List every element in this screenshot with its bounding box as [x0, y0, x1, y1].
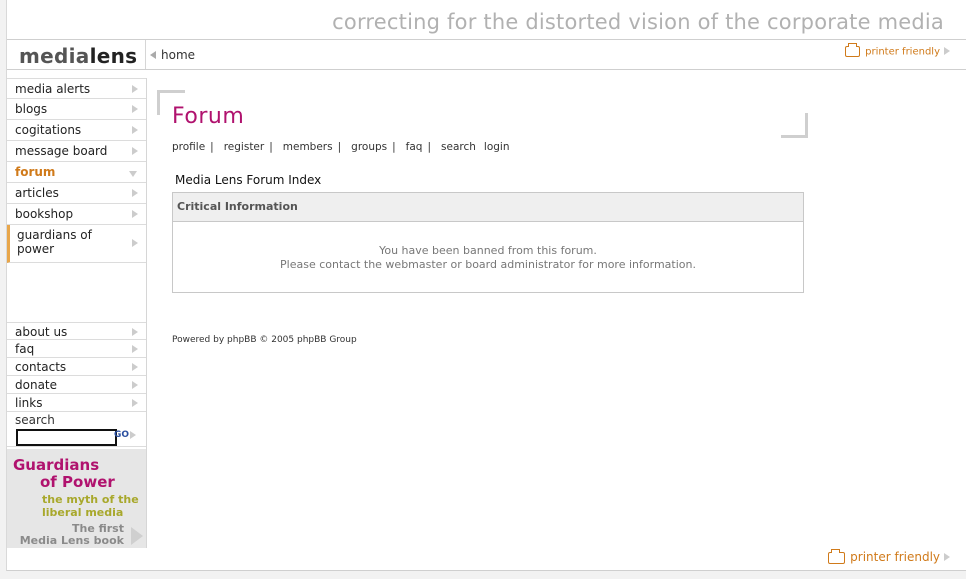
sidebar-item-label: faq: [15, 342, 35, 356]
sidebar-item-forum[interactable]: forum: [7, 162, 146, 183]
arrow-right-icon: [132, 189, 138, 197]
sidebar-item-label: media alerts: [15, 82, 91, 96]
arrow-right-icon: [132, 345, 138, 353]
link-groups[interactable]: groups: [351, 141, 387, 153]
search-input[interactable]: [16, 429, 117, 446]
arrow-right-icon: [132, 105, 138, 113]
separator: |: [269, 141, 273, 153]
link-search[interactable]: search: [441, 141, 476, 153]
arrow-right-icon: [132, 239, 138, 247]
arrow-right-icon: [132, 126, 138, 134]
link-faq[interactable]: faq: [406, 141, 423, 153]
page-frame: correcting for the distorted vision of t…: [6, 0, 966, 571]
banned-message: You have been banned from this forum.: [379, 244, 597, 257]
sidebar-item-label: links: [15, 396, 43, 410]
triangle-right-icon: [944, 46, 950, 55]
home-label: home: [161, 48, 196, 62]
sidebar-item-label: donate: [15, 378, 58, 392]
sidebar-item-message-board[interactable]: message board: [7, 141, 146, 162]
promo-title-line2: of Power: [40, 473, 115, 491]
printer-friendly-label: printer friendly: [850, 550, 940, 564]
powered-by: Powered by phpBB © 2005 phpBB Group: [172, 335, 357, 345]
page-title: Forum: [172, 104, 245, 129]
sidebar-item-label: forum: [15, 165, 56, 179]
contact-message: Please contact the webmaster or board ad…: [280, 258, 696, 271]
link-members[interactable]: members: [283, 141, 333, 153]
logo-divider: [145, 40, 146, 69]
critical-information-panel: Critical Information You have been banne…: [172, 192, 804, 293]
printer-friendly-link-top[interactable]: printer friendly: [845, 43, 950, 58]
sidebar: media alerts blogs cogitations message b…: [7, 78, 147, 548]
printer-friendly-label: printer friendly: [865, 46, 940, 58]
top-bar: medialens home printer friendly: [7, 39, 966, 70]
sidebar-item-blogs[interactable]: blogs: [7, 99, 146, 120]
sidebar-item-faq[interactable]: faq: [7, 340, 146, 358]
arrow-right-icon: [132, 147, 138, 155]
printer-friendly-link-bottom[interactable]: printer friendly: [828, 548, 950, 564]
triangle-right-icon: [944, 552, 950, 561]
promo-subtitle-line2: liberal media: [42, 506, 124, 519]
sidebar-item-guardians-of-power[interactable]: guardians of power: [7, 225, 146, 263]
separator: |: [337, 141, 342, 153]
corner-bracket-bottom-right: [781, 113, 808, 138]
sidebar-item-about-us[interactable]: about us: [7, 322, 146, 340]
sidebar-item-label: bookshop: [15, 207, 74, 221]
sidebar-item-cogitations[interactable]: cogitations: [7, 120, 146, 141]
home-link[interactable]: home: [150, 48, 195, 62]
arrow-right-icon: [132, 399, 138, 407]
guardians-of-power-promo[interactable]: Guardians of Power the myth of the liber…: [7, 449, 146, 548]
sidebar-item-label: articles: [15, 186, 59, 200]
logo-lens-text: lens: [89, 44, 138, 68]
main-nav: media alerts blogs cogitations message b…: [7, 78, 146, 263]
triangle-left-icon: [150, 50, 156, 59]
sidebar-search: search GO: [7, 412, 146, 447]
link-login[interactable]: login: [484, 141, 510, 153]
site-logo[interactable]: medialens: [19, 44, 137, 68]
forum-index-link[interactable]: Media Lens Forum Index: [175, 173, 321, 187]
link-profile[interactable]: profile: [172, 141, 205, 153]
panel-title: Critical Information: [173, 193, 803, 222]
sidebar-item-label: about us: [15, 325, 68, 339]
site-tagline: correcting for the distorted vision of t…: [332, 10, 944, 34]
arrow-right-icon: [132, 210, 138, 218]
promo-arrow-icon: [131, 527, 143, 545]
separator: |: [427, 141, 432, 153]
printer-icon: [828, 548, 846, 564]
promo-subtitle-line1: the myth of the: [42, 493, 139, 506]
sidebar-item-label: message board: [15, 144, 108, 158]
promo-footer-line2: Media Lens book: [19, 534, 124, 547]
sidebar-item-label: cogitations: [15, 123, 82, 137]
arrow-right-icon: [132, 328, 138, 336]
forum-links: profile | register | members | groups | faq | sear…: [172, 141, 515, 153]
sidebar-item-articles[interactable]: articles: [7, 183, 146, 204]
arrow-right-icon: [130, 431, 136, 439]
separator: |: [210, 141, 214, 153]
arrow-right-icon: [132, 363, 138, 371]
sidebar-item-label: blogs: [15, 102, 48, 116]
link-register[interactable]: register: [224, 141, 265, 153]
sidebar-item-bookshop[interactable]: bookshop: [7, 204, 146, 225]
separator: |: [392, 141, 396, 153]
sidebar-item-links[interactable]: links: [7, 394, 146, 412]
arrow-right-icon: [132, 381, 138, 389]
secondary-nav: about us faq contacts donate links searc…: [7, 322, 146, 447]
sidebar-item-label: guardians of power: [17, 228, 92, 256]
promo-title-line1: Guardians: [13, 456, 100, 474]
arrow-right-icon: [132, 85, 138, 93]
printer-icon: [845, 43, 861, 57]
arrow-down-icon: [129, 171, 137, 177]
search-label: search: [15, 413, 55, 427]
sidebar-item-media-alerts[interactable]: media alerts: [7, 78, 146, 99]
sidebar-item-label: contacts: [15, 360, 67, 374]
search-go-button[interactable]: GO: [114, 430, 129, 440]
sidebar-item-contacts[interactable]: contacts: [7, 358, 146, 376]
sidebar-item-donate[interactable]: donate: [7, 376, 146, 394]
logo-media-text: media: [19, 44, 90, 68]
